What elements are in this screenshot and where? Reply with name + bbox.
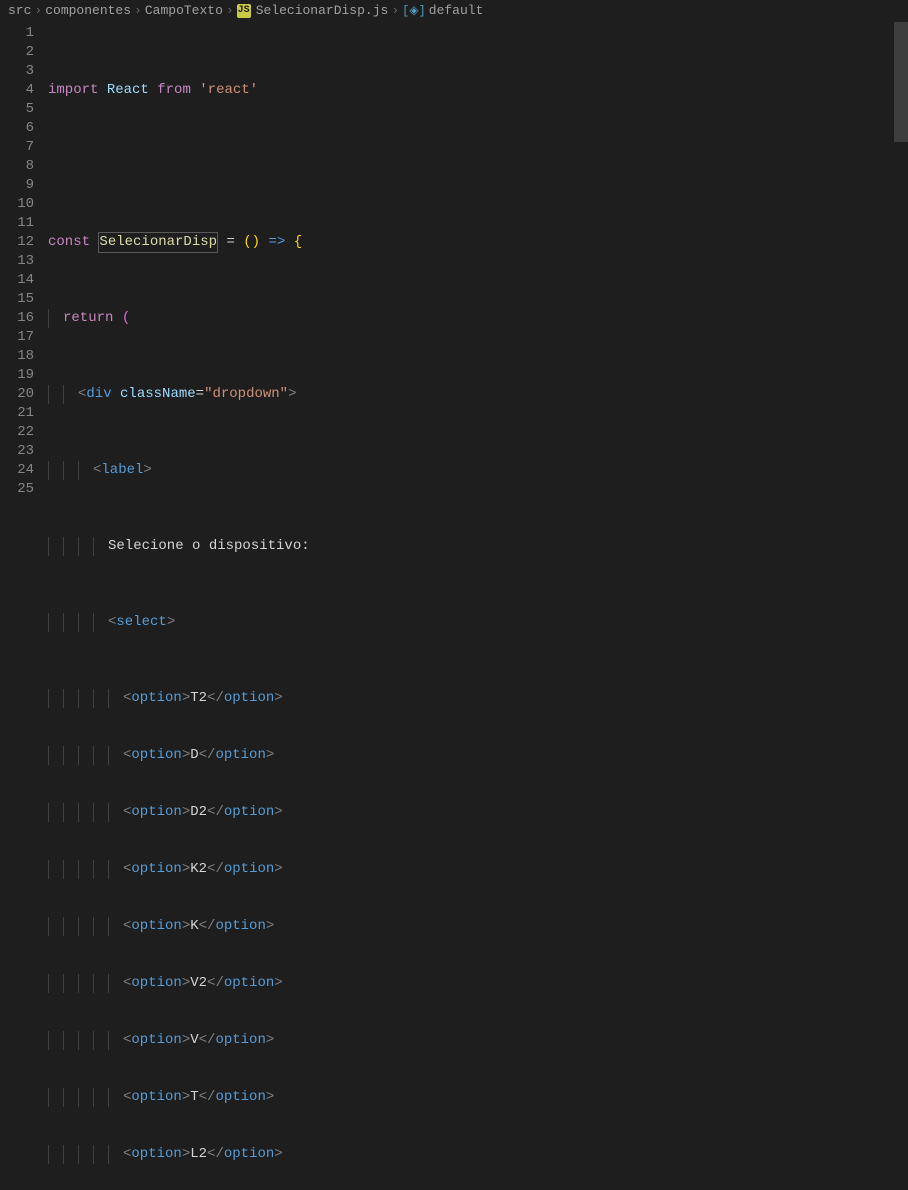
code-line[interactable]: <div className="dropdown"> xyxy=(48,385,908,404)
code-area[interactable]: import React from 'react' const Selecion… xyxy=(48,22,908,595)
code-line[interactable] xyxy=(48,157,908,176)
chevron-right-icon: › xyxy=(34,3,42,18)
breadcrumb-item[interactable]: SelecionarDisp.js xyxy=(256,3,389,18)
code-line[interactable]: <label> xyxy=(48,461,908,480)
code-line[interactable]: <option>L2</option> xyxy=(48,1145,908,1164)
breadcrumb[interactable]: src › componentes › CampoTexto › JS Sele… xyxy=(0,0,908,22)
breadcrumb-item[interactable]: CampoTexto xyxy=(145,3,223,18)
chevron-right-icon: › xyxy=(226,3,234,18)
vertical-scrollbar[interactable] xyxy=(894,22,908,595)
code-line[interactable]: const SelecionarDisp = () => { xyxy=(48,233,908,252)
line-numbers: 1 2 3 4 5 6 7 8 9 10 11 12 13 14 15 16 1… xyxy=(0,22,48,595)
code-line[interactable]: <option>T</option> xyxy=(48,1088,908,1107)
scrollbar-thumb[interactable] xyxy=(894,22,908,142)
js-file-icon: JS xyxy=(237,4,251,18)
code-line[interactable]: import React from 'react' xyxy=(48,81,908,100)
chevron-right-icon: › xyxy=(134,3,142,18)
code-line[interactable]: <option>T2</option> xyxy=(48,689,908,708)
breadcrumb-item[interactable]: default xyxy=(429,3,484,18)
breadcrumb-item[interactable]: src xyxy=(8,3,31,18)
editor[interactable]: 1 2 3 4 5 6 7 8 9 10 11 12 13 14 15 16 1… xyxy=(0,22,908,595)
chevron-right-icon: › xyxy=(391,3,399,18)
code-line[interactable]: <option>D2</option> xyxy=(48,803,908,822)
symbol-icon: [◈] xyxy=(402,3,426,18)
code-line[interactable]: return ( xyxy=(48,309,908,328)
code-line[interactable]: <option>V2</option> xyxy=(48,974,908,993)
code-line[interactable]: Selecione o dispositivo: xyxy=(48,537,908,556)
code-line[interactable]: <option>V</option> xyxy=(48,1031,908,1050)
code-line[interactable]: <option>K</option> xyxy=(48,917,908,936)
code-line[interactable]: <option>D</option> xyxy=(48,746,908,765)
code-line[interactable]: <select> xyxy=(48,613,908,632)
code-line[interactable]: <option>K2</option> xyxy=(48,860,908,879)
breadcrumb-item[interactable]: componentes xyxy=(45,3,131,18)
